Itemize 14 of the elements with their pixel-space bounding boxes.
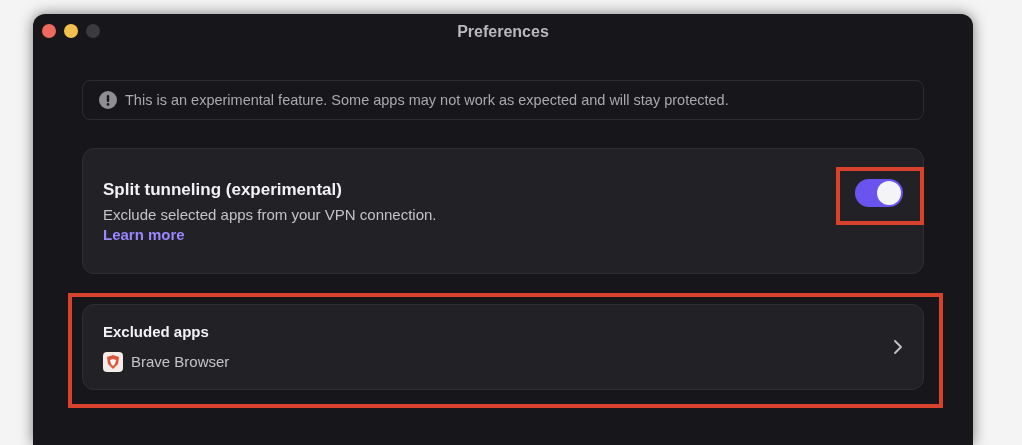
section-title: Excluded apps [103, 322, 210, 340]
learn-more-link[interactable]: Learn more [103, 225, 185, 243]
chevron-right-icon [893, 339, 903, 355]
notice-text: This is an experimental feature. Some apps may not work as expected and will stay protected. [125, 92, 729, 108]
toggle-switch[interactable] [855, 179, 903, 207]
shield-icon [103, 351, 123, 372]
window-minimize-button[interactable] [64, 24, 78, 38]
window-title: Preferences [457, 23, 549, 41]
window-close-button[interactable] [42, 24, 56, 38]
warning-icon [99, 91, 117, 109]
app-name: Brave Browser [131, 353, 230, 370]
setting-title: Split tunneling (experimental) [103, 179, 343, 200]
setting-description: Exclude selected apps from your VPN connection. [103, 205, 438, 223]
excluded-apps-row[interactable]: Excluded apps Brave Browser [82, 304, 924, 390]
